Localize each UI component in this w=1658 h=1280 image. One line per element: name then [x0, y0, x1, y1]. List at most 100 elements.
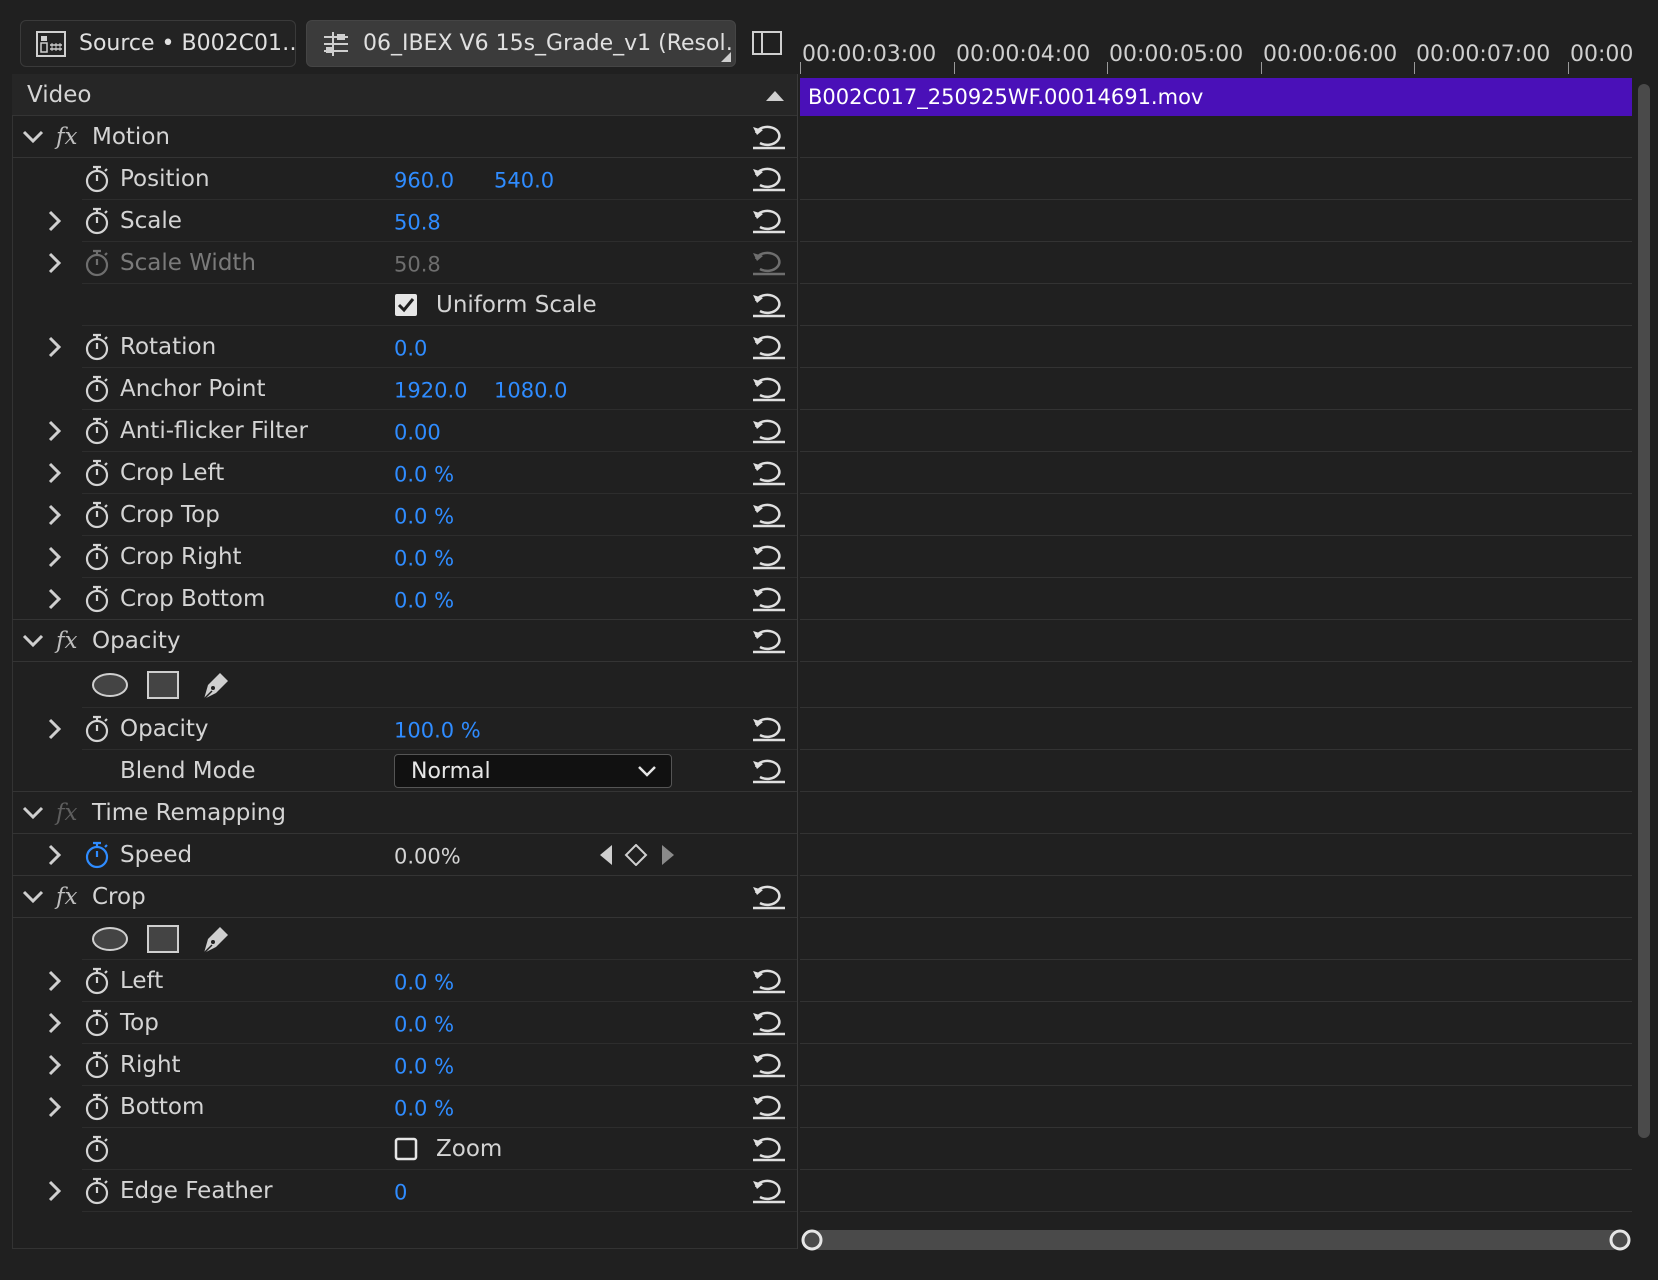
- crop-top-value[interactable]: 0.0 %: [394, 504, 454, 528]
- reset-icon[interactable]: [752, 418, 786, 444]
- crop-right-value[interactable]: 0.0 %: [394, 546, 454, 570]
- crop-effect-left-value[interactable]: 0.0 %: [394, 970, 454, 994]
- fx-icon[interactable]: fx: [56, 628, 77, 654]
- effect-motion[interactable]: fx Motion: [12, 116, 797, 158]
- rotation-value[interactable]: 0.0: [394, 336, 427, 360]
- chevron-right-icon[interactable]: [48, 462, 62, 484]
- chevron-right-icon[interactable]: [48, 718, 62, 740]
- previous-keyframe-icon[interactable]: [600, 845, 614, 865]
- collapse-up-icon[interactable]: [766, 91, 784, 101]
- zoom-handle-left[interactable]: [800, 1228, 824, 1252]
- position-x-value[interactable]: 960.0: [394, 168, 454, 192]
- reset-icon[interactable]: [752, 968, 786, 994]
- stopwatch-icon[interactable]: [84, 1135, 110, 1163]
- panel-layout-icon[interactable]: [752, 30, 782, 56]
- add-keyframe-icon[interactable]: [624, 844, 648, 866]
- edge-feather-value[interactable]: 0: [394, 1180, 407, 1204]
- crop-effect-top-value[interactable]: 0.0 %: [394, 1012, 454, 1036]
- reset-icon[interactable]: [752, 1094, 786, 1120]
- chevron-right-icon[interactable]: [48, 210, 62, 232]
- chevron-right-icon[interactable]: [48, 504, 62, 526]
- reset-icon[interactable]: [752, 1178, 786, 1204]
- uniform-scale-checkbox[interactable]: [394, 293, 418, 317]
- pen-mask-icon[interactable]: [198, 921, 234, 957]
- chevron-right-icon[interactable]: [48, 252, 62, 274]
- reset-icon[interactable]: [752, 1010, 786, 1036]
- reset-icon[interactable]: [752, 334, 786, 360]
- reset-icon[interactable]: [752, 758, 786, 784]
- position-y-value[interactable]: 540.0: [494, 168, 554, 192]
- stopwatch-icon[interactable]: [84, 417, 110, 445]
- stopwatch-icon[interactable]: [84, 1093, 110, 1121]
- tab-menu-corner-icon[interactable]: [721, 52, 731, 62]
- timeline-ruler[interactable]: 00:00:03:00 00:00:04:00 00:00:05:00 00:0…: [800, 36, 1632, 74]
- chevron-right-icon[interactable]: [48, 844, 62, 866]
- anchor-y-value[interactable]: 1080.0: [494, 378, 567, 402]
- speed-value[interactable]: 0.00%: [394, 844, 461, 868]
- stopwatch-icon[interactable]: [84, 207, 110, 235]
- chevron-down-icon[interactable]: [22, 130, 44, 144]
- stopwatch-icon[interactable]: [84, 459, 110, 487]
- chevron-right-icon[interactable]: [48, 546, 62, 568]
- chevron-right-icon[interactable]: [48, 588, 62, 610]
- scale-value[interactable]: 50.8: [394, 210, 441, 234]
- stopwatch-active-icon[interactable]: [84, 841, 110, 869]
- stopwatch-icon[interactable]: [84, 967, 110, 995]
- chevron-right-icon[interactable]: [48, 1054, 62, 1076]
- effect-time-remapping[interactable]: fx Time Remapping: [12, 792, 797, 834]
- opacity-value[interactable]: 100.0 %: [394, 718, 481, 742]
- crop-effect-right-value[interactable]: 0.0 %: [394, 1054, 454, 1078]
- crop-bottom-value[interactable]: 0.0 %: [394, 588, 454, 612]
- chevron-down-icon[interactable]: [22, 806, 44, 820]
- reset-icon[interactable]: [752, 544, 786, 570]
- reset-icon[interactable]: [752, 124, 786, 150]
- stopwatch-icon[interactable]: [84, 715, 110, 743]
- zoom-checkbox[interactable]: [394, 1137, 418, 1161]
- fx-icon[interactable]: fx: [56, 884, 77, 910]
- blend-mode-dropdown[interactable]: Normal: [394, 754, 672, 788]
- reset-icon[interactable]: [752, 460, 786, 486]
- tab-sequence[interactable]: 06_IBEX V6 15s_Grade_v1 (Resol…: [306, 20, 736, 67]
- effect-opacity[interactable]: fx Opacity: [12, 620, 797, 662]
- vertical-scrollbar[interactable]: [1638, 84, 1650, 1138]
- rectangle-mask-icon[interactable]: [146, 924, 180, 954]
- reset-icon[interactable]: [752, 716, 786, 742]
- reset-icon[interactable]: [752, 166, 786, 192]
- reset-icon[interactable]: [752, 502, 786, 528]
- anti-flicker-value[interactable]: 0.00: [394, 420, 441, 444]
- crop-left-value[interactable]: 0.0 %: [394, 462, 454, 486]
- reset-icon[interactable]: [752, 586, 786, 612]
- chevron-down-icon[interactable]: [22, 634, 44, 648]
- chevron-right-icon[interactable]: [48, 970, 62, 992]
- ellipse-mask-icon[interactable]: [90, 925, 130, 953]
- reset-icon[interactable]: [752, 1136, 786, 1162]
- pen-mask-icon[interactable]: [198, 667, 234, 703]
- stopwatch-icon[interactable]: [84, 375, 110, 403]
- crop-effect-bottom-value[interactable]: 0.0 %: [394, 1096, 454, 1120]
- chevron-right-icon[interactable]: [48, 1012, 62, 1034]
- timeline-zoom-scrollbar[interactable]: [800, 1228, 1632, 1252]
- timeline-clip[interactable]: B002C017_250925WF.00014691.mov: [800, 78, 1632, 116]
- chevron-down-icon[interactable]: [22, 890, 44, 904]
- rectangle-mask-icon[interactable]: [146, 670, 180, 700]
- fx-icon[interactable]: fx: [56, 124, 77, 150]
- tab-source[interactable]: Source • B002C01…: [20, 20, 296, 67]
- zoom-handle-right[interactable]: [1608, 1228, 1632, 1252]
- stopwatch-icon[interactable]: [84, 165, 110, 193]
- ellipse-mask-icon[interactable]: [90, 671, 130, 699]
- stopwatch-icon[interactable]: [84, 1009, 110, 1037]
- stopwatch-icon[interactable]: [84, 1177, 110, 1205]
- chevron-right-icon[interactable]: [48, 1096, 62, 1118]
- stopwatch-icon[interactable]: [84, 333, 110, 361]
- reset-icon[interactable]: [752, 376, 786, 402]
- stopwatch-icon[interactable]: [84, 585, 110, 613]
- reset-icon[interactable]: [752, 628, 786, 654]
- reset-icon[interactable]: [752, 884, 786, 910]
- chevron-right-icon[interactable]: [48, 1180, 62, 1202]
- stopwatch-icon[interactable]: [84, 543, 110, 571]
- anchor-x-value[interactable]: 1920.0: [394, 378, 467, 402]
- stopwatch-icon[interactable]: [84, 1051, 110, 1079]
- chevron-right-icon[interactable]: [48, 420, 62, 442]
- reset-icon[interactable]: [752, 1052, 786, 1078]
- stopwatch-icon[interactable]: [84, 501, 110, 529]
